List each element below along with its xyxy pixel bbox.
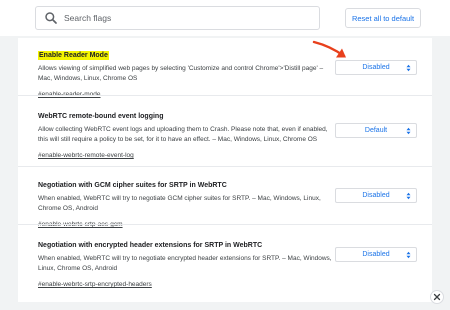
- up-down-arrows-icon: [406, 127, 411, 135]
- flag-select-value: Disabled: [362, 64, 390, 71]
- red-arrow-icon: [312, 40, 346, 58]
- flag-select[interactable]: Default: [335, 123, 417, 138]
- flag-select-value: Disabled: [362, 251, 390, 258]
- divider: [18, 95, 432, 96]
- up-down-arrows-icon: [406, 192, 411, 200]
- header-bar: Reset all to default: [0, 0, 450, 36]
- search-icon: [44, 11, 58, 25]
- flag-title: Negotiation with encrypted header extens…: [38, 242, 263, 249]
- flag-title: WebRTC remote-bound event logging: [38, 113, 164, 120]
- flags-list: Enable Reader Mode Allows viewing of sim…: [18, 38, 432, 302]
- reset-all-button[interactable]: Reset all to default: [345, 8, 421, 28]
- flag-select-value: Default: [364, 127, 388, 134]
- close-button[interactable]: [430, 290, 444, 304]
- up-down-arrows-icon: [406, 64, 411, 72]
- divider: [18, 166, 432, 167]
- up-down-arrows-icon: [406, 251, 411, 259]
- flags-page: Reset all to default Enable Reader Mode …: [0, 0, 450, 310]
- flag-link[interactable]: #enable-webrtc-srtp-encrypted-headers: [38, 280, 152, 290]
- flag-select-value: Disabled: [362, 192, 390, 199]
- flag-select[interactable]: Disabled: [335, 247, 417, 262]
- flag-title: Enable Reader Mode: [38, 51, 109, 60]
- flag-item: Negotiation with GCM cipher suites for S…: [38, 174, 338, 231]
- flag-title: Negotiation with GCM cipher suites for S…: [38, 182, 227, 189]
- flag-item: Negotiation with encrypted header extens…: [38, 234, 338, 291]
- search-input[interactable]: [64, 8, 304, 28]
- flag-item: WebRTC remote-bound event logging Allow …: [38, 105, 338, 162]
- divider: [18, 224, 432, 225]
- flag-description: When enabled, WebRTC will try to negotia…: [38, 195, 321, 212]
- search-box[interactable]: [35, 6, 320, 30]
- close-icon: [433, 293, 441, 301]
- flag-link[interactable]: #enable-webrtc-remote-event-log: [38, 151, 134, 161]
- flag-description: When enabled, WebRTC will try to negotia…: [38, 255, 332, 272]
- flag-description: Allow collecting WebRTC event logs and u…: [38, 126, 328, 143]
- flag-item: Enable Reader Mode Allows viewing of sim…: [38, 44, 338, 101]
- flag-description: Allows viewing of simplified web pages b…: [38, 65, 324, 82]
- flag-select[interactable]: Disabled: [335, 188, 417, 203]
